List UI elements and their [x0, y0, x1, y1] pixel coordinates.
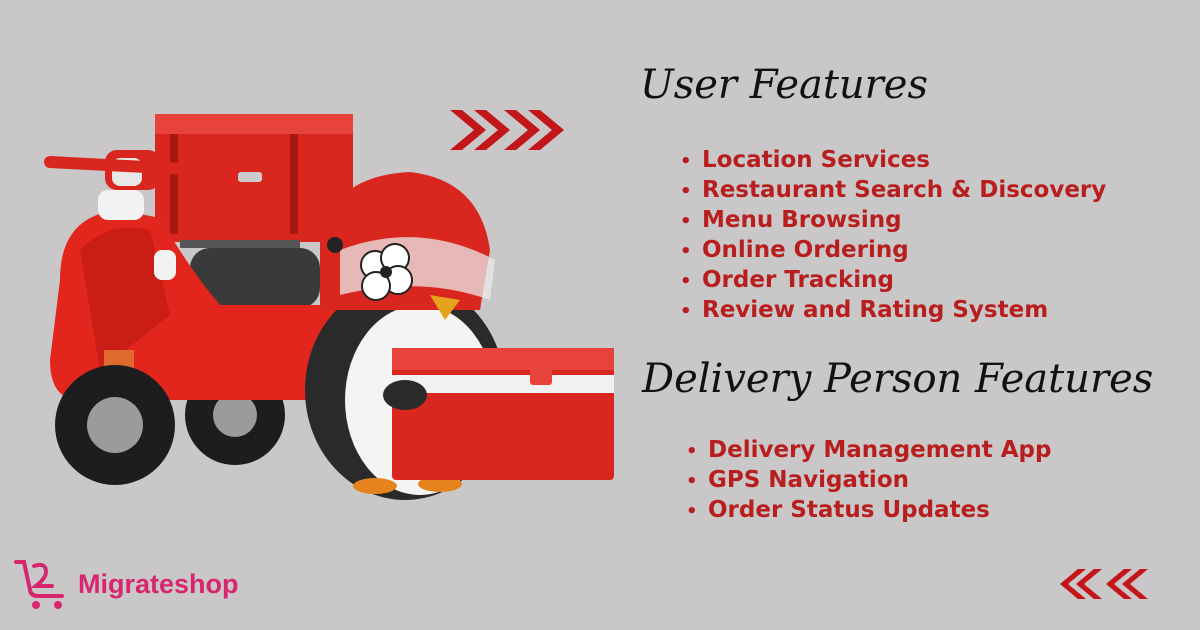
list-item: • Order Status Updates	[686, 496, 1051, 526]
list-item: • Order Tracking	[680, 266, 1106, 296]
bullet-icon: •	[686, 501, 698, 522]
delivery-features-list: • Delivery Management App • GPS Navigation…	[686, 436, 1051, 526]
bullet-icon: •	[680, 181, 692, 202]
penguin-delivery-illustration	[44, 114, 614, 500]
shopping-cart-logo-icon	[14, 560, 64, 609]
user-features-heading: User Features	[640, 62, 928, 108]
list-item: • Location Services	[680, 146, 1106, 176]
list-item: • Delivery Management App	[686, 436, 1051, 466]
bullet-icon: •	[680, 151, 692, 172]
brand-logo: Migrateshop	[12, 556, 239, 612]
delivery-features-heading: Delivery Person Features	[642, 356, 1154, 402]
bullet-icon: •	[686, 441, 698, 462]
bullet-icon: •	[680, 241, 692, 262]
double-chevron-left-icon	[1060, 569, 1148, 599]
list-item: • GPS Navigation	[686, 466, 1051, 496]
bullet-icon: •	[680, 271, 692, 292]
list-item: • Online Ordering	[680, 236, 1106, 266]
brand-name: Migrateshop	[78, 568, 239, 599]
bullet-icon: •	[686, 471, 698, 492]
double-chevron-right-icon	[450, 110, 564, 150]
delivery-box	[383, 348, 614, 480]
flower-eye-icon	[360, 243, 413, 301]
user-features-list: • Location Services • Restaurant Search & …	[680, 146, 1106, 326]
bullet-icon: •	[680, 301, 692, 322]
list-item: • Restaurant Search & Discovery	[680, 176, 1106, 206]
list-item: • Review and Rating System	[680, 296, 1106, 326]
bullet-icon: •	[680, 211, 692, 232]
list-item: • Menu Browsing	[680, 206, 1106, 236]
